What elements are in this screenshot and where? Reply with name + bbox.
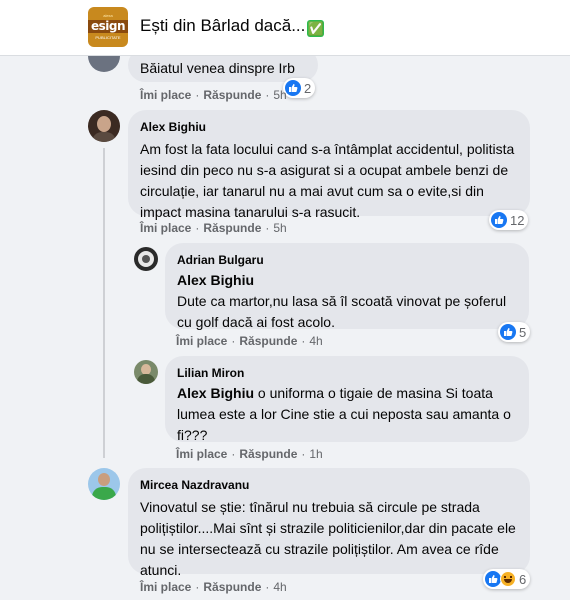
like-link[interactable]: Îmi place xyxy=(140,580,191,594)
reaction-count[interactable]: 5 xyxy=(498,322,531,342)
group-logo[interactable]: alexa esign PUBLICITATE xyxy=(88,7,128,47)
comment-author[interactable]: Lilian Miron xyxy=(177,365,517,381)
check-mark-icon: ✅ xyxy=(307,20,325,37)
reply-link[interactable]: Răspunde xyxy=(239,447,297,461)
timestamp[interactable]: 5h xyxy=(273,88,286,102)
timestamp[interactable]: 1h xyxy=(309,447,322,461)
comment-actions: Îmi place · Răspunde · 4h xyxy=(176,334,323,348)
comment-actions: Îmi place · Răspunde · 1h xyxy=(176,447,323,461)
reply-link[interactable]: Răspunde xyxy=(239,334,297,348)
avatar-lilian-miron[interactable] xyxy=(134,360,158,384)
reaction-count-value: 5 xyxy=(519,324,527,340)
logo-text: esign xyxy=(90,19,126,33)
comment-author[interactable]: Alex Bighiu xyxy=(140,119,518,135)
reaction-count[interactable]: 6 xyxy=(483,569,531,589)
comment-text: Vinovatul se știe: tînărul nu trebuia să… xyxy=(140,499,516,578)
like-reaction-icon xyxy=(491,212,507,228)
comment-text: Dute ca martor,nu lasa să îl scoată vino… xyxy=(177,293,507,330)
like-reaction-icon xyxy=(285,80,301,96)
comment-bubble: Mircea Nazdravanu Vinovatul se știe: tîn… xyxy=(128,468,530,578)
avatar-alex-bighiu[interactable] xyxy=(88,110,120,142)
group-header: alexa esign PUBLICITATE Ești din Bârlad … xyxy=(0,0,570,56)
comment-text: Am fost la fata locului cand s-a întâmpl… xyxy=(140,141,515,220)
reply-bubble: Adrian Bulgaru Alex Bighiu Dute ca marto… xyxy=(165,243,529,330)
reaction-count-value: 12 xyxy=(510,212,525,228)
like-link[interactable]: Îmi place xyxy=(176,334,227,348)
mention-link[interactable]: Alex Bighiu xyxy=(177,272,254,288)
comment-author[interactable]: Adrian Bulgaru xyxy=(177,252,517,268)
like-reaction-icon xyxy=(500,324,516,340)
group-title-text: Ești din Bârlad dacă... xyxy=(140,16,306,35)
reaction-count[interactable]: 2 xyxy=(283,78,316,98)
logo-tiny-text: alexa xyxy=(103,13,113,18)
avatar-mircea-nazdravanu[interactable] xyxy=(88,468,120,500)
like-reaction-icon xyxy=(485,571,501,587)
mention-link[interactable]: Alex Bighiu xyxy=(177,385,254,401)
reaction-count-value: 6 xyxy=(519,571,527,587)
timestamp[interactable]: 4h xyxy=(309,334,322,348)
comment-actions: Îmi place · Răspunde · 5h xyxy=(140,221,287,235)
like-link[interactable]: Îmi place xyxy=(176,447,227,461)
reaction-count-value: 2 xyxy=(304,80,312,96)
reaction-count[interactable]: 12 xyxy=(489,210,529,230)
comment-bubble: Alex Bighiu Am fost la fata locului cand… xyxy=(128,110,530,220)
group-title[interactable]: Ești din Bârlad dacă... ✅ xyxy=(140,16,325,37)
reply-content: Alex Bighiu o uniforma o tigaie de masin… xyxy=(177,383,517,446)
reply-link[interactable]: Răspunde xyxy=(203,221,261,235)
reply-bubble: Lilian Miron Alex Bighiu o uniforma o ti… xyxy=(165,356,529,443)
comment-author[interactable]: Mircea Nazdravanu xyxy=(140,477,518,493)
like-link[interactable]: Îmi place xyxy=(140,221,191,235)
like-link[interactable]: Îmi place xyxy=(140,88,191,102)
reply-link[interactable]: Răspunde xyxy=(203,88,261,102)
timestamp[interactable]: 4h xyxy=(273,580,286,594)
comment-actions: Îmi place · Răspunde · 4h xyxy=(140,580,287,594)
timestamp[interactable]: 5h xyxy=(273,221,286,235)
reply-thread-line xyxy=(103,148,105,458)
reply-link[interactable]: Răspunde xyxy=(203,580,261,594)
comment-text: Băiatul venea dinspre Irb xyxy=(140,60,295,76)
logo-small-text: PUBLICITATE xyxy=(95,35,121,40)
reply-content: Alex Bighiu Dute ca martor,nu lasa să îl… xyxy=(177,270,517,333)
comment-actions: Îmi place · Răspunde · 5h xyxy=(140,88,287,102)
haha-reaction-icon xyxy=(500,571,516,587)
avatar-adrian-bulgaru[interactable] xyxy=(134,247,158,271)
comments-feed: Băiatul venea dinspre Irb 2 Îmi place · Ră… xyxy=(0,0,570,600)
